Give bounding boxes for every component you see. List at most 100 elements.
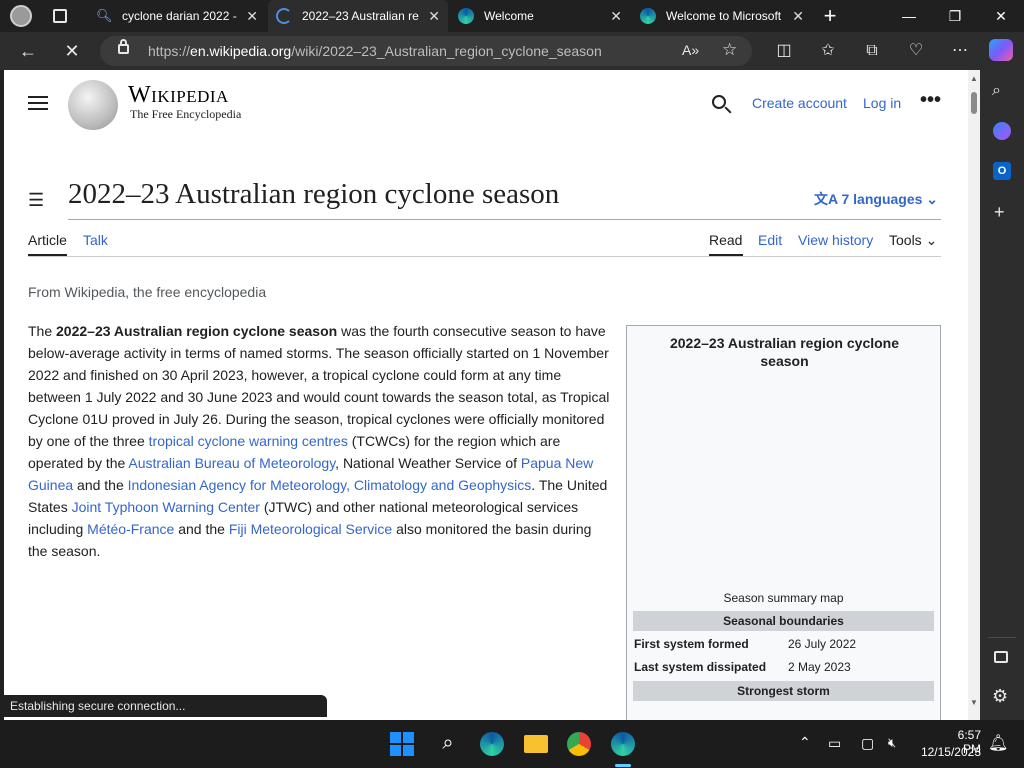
file-explorer-icon[interactable] — [524, 735, 548, 753]
loading-spinner-icon — [276, 8, 292, 24]
language-selector-button[interactable]: 文A 7 languages ⌄ — [814, 189, 938, 209]
tab-article[interactable]: Article — [28, 232, 67, 248]
new-tab-button[interactable]: + — [818, 3, 842, 29]
link-jtwc[interactable]: Joint Typhoon Warning Center — [72, 499, 260, 515]
tab-read[interactable]: Read — [709, 232, 742, 248]
search-favicon-icon: 🔍︎ — [96, 8, 113, 23]
tab-title: cyclone darian 2022 - — [122, 9, 237, 23]
chevron-down-icon: ⌄ — [921, 232, 938, 248]
search-icon[interactable]: ⌕ — [992, 82, 1001, 100]
text: and the — [174, 521, 229, 537]
first-system-value: 26 July 2022 — [788, 637, 857, 651]
performance-icon[interactable]: ♡ — [904, 39, 928, 63]
settings-more-icon[interactable]: ⋯ — [948, 39, 972, 63]
favorite-star-icon[interactable]: ☆ — [722, 40, 737, 60]
sidebar-settings-gear-icon[interactable]: ⚙ — [992, 686, 1008, 707]
hide-sidebar-icon[interactable] — [994, 651, 1008, 663]
search-icon[interactable]: ⌕ — [436, 732, 460, 756]
status-bubble: Establishing secure connection... — [4, 695, 327, 717]
url-scheme: https:// — [148, 43, 191, 59]
link-bmkg[interactable]: Indonesian Agency for Meteorology, Clima… — [128, 477, 532, 493]
text: The — [28, 323, 57, 339]
clock-date[interactable]: 12/15/2023 — [917, 745, 981, 759]
favorites-icon[interactable]: ✩ — [816, 39, 840, 63]
minimize-button[interactable]: — — [886, 0, 932, 32]
close-icon[interactable]: ✕ — [792, 8, 804, 25]
copilot-sidebar-icon[interactable] — [993, 122, 1011, 140]
language-count: 7 languages — [841, 191, 923, 207]
volume-muted-icon[interactable]: 🔇︎ — [888, 735, 896, 751]
tab-welcome-microsoft[interactable]: Welcome to Microsoft ✕ — [632, 0, 812, 32]
chrome-icon[interactable] — [567, 732, 591, 756]
sidebar-divider — [988, 637, 1016, 638]
scroll-up-arrow-icon[interactable]: ▲ — [970, 74, 978, 83]
tabs-divider — [28, 256, 941, 257]
tab-edit[interactable]: Edit — [758, 232, 782, 248]
tab-strip: 🔍︎ cyclone darian 2022 - ✕ 2022–23 Austr… — [0, 0, 1024, 32]
split-screen-icon[interactable]: ◫ — [772, 39, 796, 63]
site-subtitle: From Wikipedia, the free encyclopedia — [28, 284, 267, 300]
scroll-thumb[interactable] — [971, 92, 977, 114]
edge-preview-icon[interactable] — [480, 732, 504, 756]
wikipedia-globe-logo[interactable] — [68, 80, 118, 130]
restore-button[interactable]: ❐ — [932, 0, 978, 32]
url-path: /wiki/2022–23_Australian_region_cyclone_… — [291, 43, 602, 59]
display-icon[interactable]: ▢ — [861, 735, 874, 752]
tab-welcome[interactable]: Welcome ✕ — [450, 0, 630, 32]
network-icon[interactable]: ▭ — [828, 735, 841, 752]
translate-icon: 文A — [814, 191, 842, 207]
tools-label: Tools — [889, 232, 922, 248]
last-system-label: Last system dissipated — [634, 660, 767, 674]
user-menu-ellipsis-icon[interactable]: ••• — [920, 89, 941, 112]
back-arrow-icon[interactable]: ← — [16, 39, 40, 63]
chevron-down-icon: ⌄ — [922, 191, 939, 207]
close-icon[interactable]: ✕ — [610, 8, 622, 25]
tab-title: 2022–23 Australian re — [302, 9, 419, 23]
close-window-button[interactable]: ✕ — [978, 0, 1024, 32]
close-icon[interactable]: ✕ — [428, 8, 440, 25]
link-meteo-france[interactable]: Météo-France — [87, 521, 174, 537]
tab-actions-icon[interactable] — [53, 9, 67, 23]
link-tcwc[interactable]: tropical cyclone warning centres — [149, 433, 348, 449]
tools-dropdown[interactable]: Tools ⌄ — [889, 232, 937, 249]
web-page: Wikipedia The Free Encyclopedia Create a… — [4, 70, 980, 720]
log-in-link[interactable]: Log in — [863, 95, 901, 111]
edge-logo-icon — [458, 8, 474, 24]
toc-list-icon[interactable]: ☰ — [28, 190, 44, 211]
browser-toolbar: ← ✕ https://en.wikipedia.org/wiki/2022–2… — [0, 32, 1024, 70]
tab-view-history[interactable]: View history — [798, 232, 873, 248]
infobox-title: 2022–23 Australian region cyclone season — [669, 335, 900, 369]
read-aloud-icon[interactable]: A» — [682, 42, 699, 58]
stop-loading-icon[interactable]: ✕ — [60, 39, 84, 63]
lock-shackle-icon — [120, 39, 127, 46]
windows-taskbar: ⌕ ⌃ ▭ ▢ 🔇︎ 6:57 PM 12/15/2023 🔔︎ — [0, 720, 1024, 768]
close-icon[interactable]: ✕ — [246, 8, 258, 25]
tab-australian-cyclone-season[interactable]: 2022–23 Australian re ✕ — [268, 0, 448, 32]
tab-title: Welcome to Microsoft — [666, 9, 782, 23]
scroll-down-arrow-icon[interactable]: ▼ — [970, 698, 978, 707]
tab-cyclone-darian[interactable]: 🔍︎ cyclone darian 2022 - ✕ — [86, 0, 266, 32]
text: was the fourth consecutive season to hav… — [28, 323, 610, 449]
link-bom[interactable]: Australian Bureau of Meteorology — [128, 455, 335, 471]
outlook-icon[interactable]: O — [993, 162, 1011, 180]
windows-start-icon[interactable] — [390, 732, 414, 756]
wikipedia-wordmark[interactable]: Wikipedia — [128, 82, 229, 109]
page-scrollbar[interactable]: ▲ ▼ — [968, 70, 980, 720]
profile-avatar[interactable] — [10, 5, 32, 27]
last-system-value: 2 May 2023 — [788, 660, 851, 674]
chevron-up-icon[interactable]: ⌃ — [799, 734, 811, 751]
create-account-link[interactable]: Create account — [752, 95, 847, 111]
address-bar[interactable]: https://en.wikipedia.org/wiki/2022–23_Au… — [100, 36, 752, 66]
tab-title: Welcome — [484, 9, 534, 23]
link-fiji-met[interactable]: Fiji Meteorological Service — [229, 521, 392, 537]
tab-talk[interactable]: Talk — [83, 232, 108, 248]
notification-bell-icon[interactable]: 🔔︎ — [988, 733, 1008, 753]
search-icon-handle — [724, 106, 732, 114]
season-summary-map[interactable] — [634, 376, 934, 581]
add-sidebar-app-icon[interactable]: + — [994, 202, 1005, 223]
article-paragraph: The 2022–23 Australian region cyclone se… — [28, 320, 612, 562]
copilot-icon[interactable] — [989, 39, 1013, 61]
collections-icon[interactable]: ⧉ — [860, 39, 884, 63]
url-text[interactable]: https://en.wikipedia.org/wiki/2022–23_Au… — [148, 43, 602, 59]
edge-icon[interactable] — [611, 732, 635, 756]
